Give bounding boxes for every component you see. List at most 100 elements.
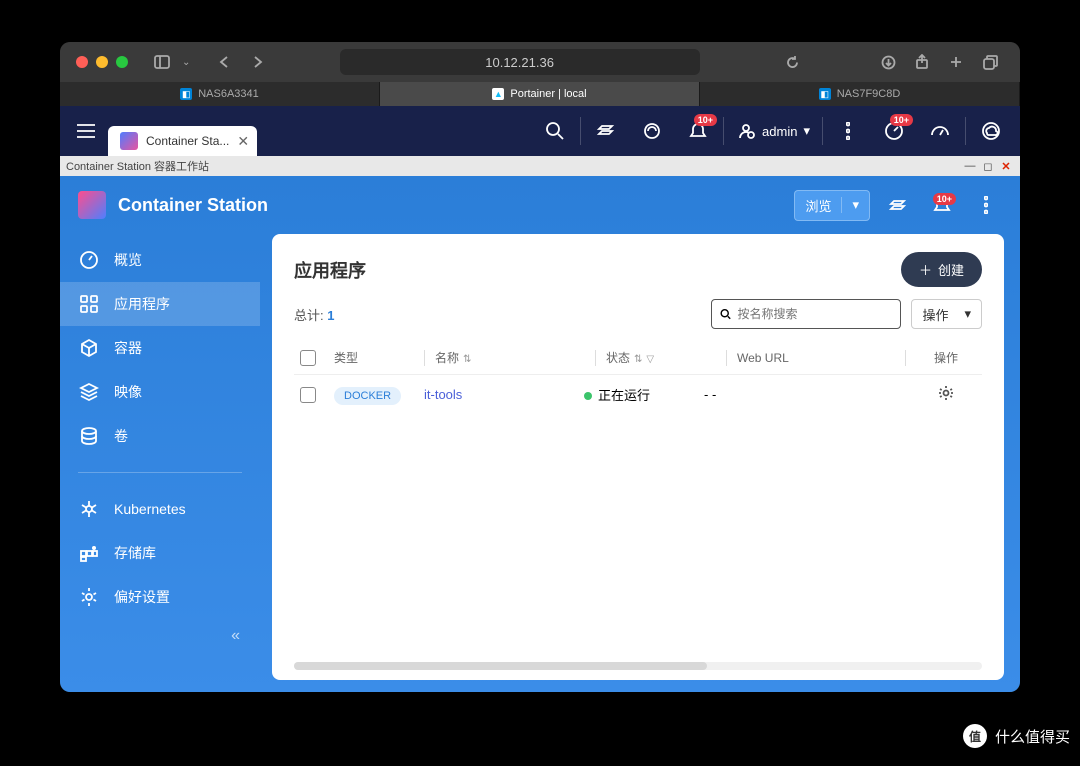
qnap-favicon-icon: ◧ xyxy=(180,88,192,100)
create-button[interactable]: ＋ 创建 xyxy=(901,252,982,287)
sidebar-item-overview[interactable]: 概览 xyxy=(60,238,260,282)
user-menu[interactable]: admin ▾ xyxy=(728,121,818,141)
sidebar-item-label: 应用程序 xyxy=(114,294,170,314)
database-icon xyxy=(78,425,100,447)
tabs-overview-button[interactable] xyxy=(976,49,1004,75)
kubernetes-icon xyxy=(78,498,100,520)
window-titlebar: Container Station 容器工作站 — ◻ ✕ xyxy=(60,156,1020,176)
more-button[interactable] xyxy=(827,110,869,152)
sidebar-item-label: Kubernetes xyxy=(114,501,186,517)
search-button[interactable] xyxy=(534,110,576,152)
maximize-button[interactable]: ◻ xyxy=(980,159,996,173)
alerts-badge: 10+ xyxy=(933,193,956,205)
status-running-icon xyxy=(584,392,592,400)
column-name[interactable]: 名称⇅ xyxy=(435,349,595,366)
reload-button[interactable] xyxy=(779,49,807,75)
sidebar: 概览 应用程序 容器 映像 卷 xyxy=(60,234,260,680)
sidebar-item-kubernetes[interactable]: Kubernetes xyxy=(60,487,260,531)
watermark-text: 什么值得买 xyxy=(995,726,1070,747)
layers-icon xyxy=(78,381,100,403)
background-task-button[interactable] xyxy=(631,110,673,152)
forward-button[interactable] xyxy=(244,49,272,75)
sidebar-item-label: 偏好设置 xyxy=(114,587,170,607)
sidebar-toggle-button[interactable] xyxy=(148,49,176,75)
sidebar-item-label: 存储库 xyxy=(114,543,156,563)
url-text: 10.12.21.36 xyxy=(485,55,554,70)
column-type[interactable]: 类型 xyxy=(334,349,424,366)
search-box[interactable] xyxy=(711,299,901,329)
browser-tab-3[interactable]: ◧ NAS7F9C8D xyxy=(700,82,1020,106)
downloads-button[interactable] xyxy=(874,49,902,75)
cs-logo-icon xyxy=(78,191,106,219)
main-menu-button[interactable] xyxy=(68,113,104,149)
table-row[interactable]: DOCKER it-tools 正在运行 - - xyxy=(294,375,982,414)
volume-button[interactable] xyxy=(585,110,627,152)
close-button[interactable]: ✕ xyxy=(998,159,1014,173)
minimize-button[interactable]: — xyxy=(962,159,978,173)
table-header: 类型 名称⇅ 状态⇅▽ Web URL 操作 xyxy=(294,341,982,375)
total-label: 总计: 1 xyxy=(294,305,334,324)
container-station-app: Container Station 浏览 ▾ 10+ 概览 应用程序 xyxy=(60,176,1020,692)
cs-more-button[interactable] xyxy=(970,189,1002,221)
browser-toolbar: ⌄ 10.12.21.36 xyxy=(60,42,1020,82)
row-checkbox[interactable] xyxy=(300,387,316,403)
sidebar-item-registry[interactable]: 存储库 xyxy=(60,531,260,575)
sidebar-item-images[interactable]: 映像 xyxy=(60,370,260,414)
column-status[interactable]: 状态⇅▽ xyxy=(606,349,726,366)
sidebar-item-label: 映像 xyxy=(114,382,142,402)
tab-label: NAS6A3341 xyxy=(198,88,259,100)
column-url[interactable]: Web URL xyxy=(737,351,905,365)
tab-label: NAS7F9C8D xyxy=(837,88,901,100)
chevron-down-icon: ▾ xyxy=(803,123,810,139)
qts-header: Container Sta... ✕ 10+ admin ▾ 10+ xyxy=(60,106,1020,156)
notifications-button[interactable]: 10+ xyxy=(677,110,719,152)
back-button[interactable] xyxy=(210,49,238,75)
dashboard-button[interactable]: 10+ xyxy=(873,110,915,152)
sidebar-item-label: 卷 xyxy=(114,426,128,446)
window-maximize-button[interactable] xyxy=(116,56,128,68)
search-icon xyxy=(720,307,731,321)
select-all-checkbox[interactable] xyxy=(300,350,316,366)
app-name-link[interactable]: it-tools xyxy=(424,387,584,402)
applications-table: 类型 名称⇅ 状态⇅▽ Web URL 操作 DOCKER it-tools xyxy=(294,341,982,414)
window-close-button[interactable] xyxy=(76,56,88,68)
chevron-down-icon: ▾ xyxy=(841,197,859,213)
url-bar[interactable]: 10.12.21.36 xyxy=(340,49,700,75)
search-input[interactable] xyxy=(737,307,892,321)
chevron-down-icon[interactable]: ⌄ xyxy=(182,57,190,68)
total-count: 1 xyxy=(327,308,334,323)
horizontal-scrollbar[interactable] xyxy=(294,662,982,670)
browse-button[interactable]: 浏览 ▾ xyxy=(794,190,870,221)
sidebar-item-volumes[interactable]: 卷 xyxy=(60,414,260,458)
scrollbar-thumb[interactable] xyxy=(294,662,707,670)
sidebar-item-preferences[interactable]: 偏好设置 xyxy=(60,575,260,619)
row-settings-button[interactable] xyxy=(938,389,954,404)
cloud-button[interactable] xyxy=(970,110,1012,152)
browse-label: 浏览 xyxy=(805,196,831,215)
resource-monitor-button[interactable] xyxy=(919,110,961,152)
cube-icon xyxy=(78,337,100,359)
close-tab-button[interactable]: ✕ xyxy=(237,133,249,150)
settings-icon xyxy=(78,586,100,608)
app-tab-container-station[interactable]: Container Sta... ✕ xyxy=(108,126,257,156)
plus-icon: ＋ xyxy=(919,260,932,279)
sort-icon: ⇅ xyxy=(634,354,642,365)
browser-tab-1[interactable]: ◧ NAS6A3341 xyxy=(60,82,380,106)
new-tab-button[interactable] xyxy=(942,49,970,75)
window-minimize-button[interactable] xyxy=(96,56,108,68)
browser-tab-2[interactable]: ▲ Portainer | local xyxy=(380,82,700,106)
alerts-button[interactable]: 10+ xyxy=(926,189,958,221)
sidebar-item-applications[interactable]: 应用程序 xyxy=(60,282,260,326)
sidebar-item-label: 概览 xyxy=(114,250,142,270)
browser-window: ⌄ 10.12.21.36 ◧ NAS6A3341 ▲ Portainer | … xyxy=(60,42,1020,692)
cs-title: Container Station xyxy=(118,195,782,216)
action-dropdown[interactable]: 操作 ▾ xyxy=(911,299,982,329)
filter-icon[interactable]: ▽ xyxy=(646,354,654,365)
status-cell: 正在运行 xyxy=(584,385,704,404)
collapse-sidebar-button[interactable]: « xyxy=(60,619,260,653)
tab-label: Portainer | local xyxy=(510,88,586,100)
qnap-favicon-icon: ◧ xyxy=(819,88,831,100)
share-button[interactable] xyxy=(908,49,936,75)
sidebar-item-containers[interactable]: 容器 xyxy=(60,326,260,370)
events-button[interactable] xyxy=(882,189,914,221)
